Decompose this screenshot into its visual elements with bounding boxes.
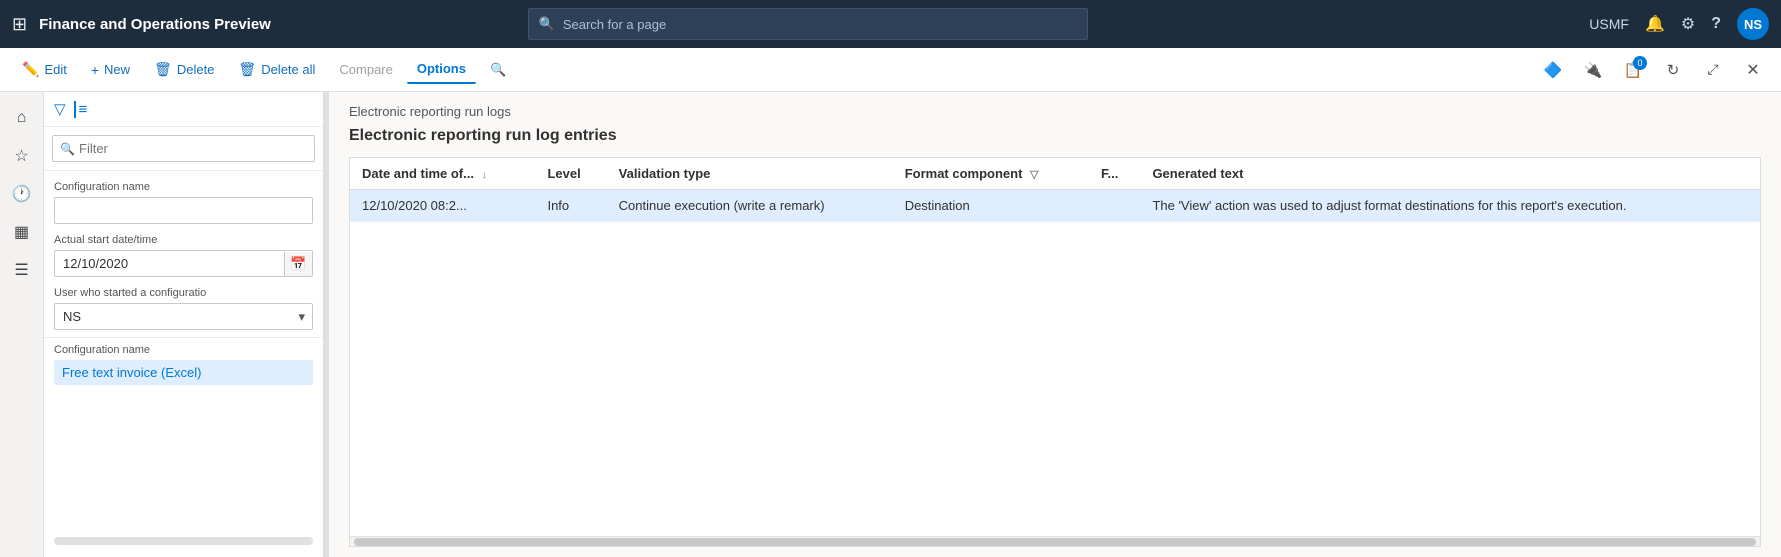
- table-cell-0: 12/10/2020 08:2...: [350, 190, 535, 222]
- col-header-validation-type: Validation type: [607, 158, 893, 190]
- plus-icon: +: [91, 62, 99, 78]
- start-date-input[interactable]: [55, 251, 284, 276]
- list-lines-icon: ≡: [74, 101, 88, 118]
- delete-icon: 🗑: [154, 61, 172, 78]
- toolbar-right-icons: 🔷 🔌 📋 0 ↻ ⤢ ✕: [1537, 54, 1769, 86]
- search-icon: 🔍: [539, 16, 555, 32]
- filter-search-icon: 🔍: [60, 142, 75, 156]
- grid-view-icon: ▦: [14, 222, 29, 242]
- user-label: User who started a configuratio: [54, 287, 313, 299]
- close-icon-btn[interactable]: ✕: [1737, 54, 1769, 86]
- user-select[interactable]: NS: [54, 303, 313, 330]
- grid-view-icon-btn[interactable]: ▦: [4, 214, 40, 250]
- search-placeholder: Search for a page: [563, 17, 666, 32]
- col-header-generated-text: Generated text: [1140, 158, 1760, 190]
- content-area: Electronic reporting run logs Electronic…: [329, 92, 1781, 557]
- user-field: User who started a configuratio NS ▾: [54, 287, 313, 330]
- star-icon: ☆: [14, 146, 28, 166]
- filter-input[interactable]: [52, 135, 315, 162]
- options-button[interactable]: Options: [407, 55, 476, 84]
- top-right-icons: USMF 🔔 ⚙ ? NS: [1589, 8, 1769, 40]
- col-header-f: F...: [1089, 158, 1140, 190]
- calendar-icon[interactable]: 📅: [284, 252, 312, 276]
- close-icon: ✕: [1746, 60, 1759, 80]
- clock-icon: 🕐: [12, 184, 32, 204]
- filter-panel: ▽ ≡ 🔍 Configuration name Actual start da…: [44, 92, 324, 557]
- delete-all-button[interactable]: 🗑 Delete all: [228, 55, 325, 84]
- config-name-label: Configuration name: [54, 181, 313, 193]
- filter-fields: Configuration name Actual start date/tim…: [44, 171, 323, 337]
- col-header-date-time: Date and time of... ↓: [350, 158, 535, 190]
- config-list-section: Configuration name Free text invoice (Ex…: [44, 337, 323, 391]
- config-list-header: Configuration name: [54, 344, 313, 356]
- sort-icon[interactable]: ↓: [482, 169, 488, 181]
- filter-panel-scrollbar[interactable]: [54, 537, 313, 545]
- compare-button[interactable]: Compare: [329, 56, 402, 83]
- clock-icon-btn[interactable]: 🕐: [4, 176, 40, 212]
- edit-button[interactable]: ✏️ Edit: [12, 55, 77, 84]
- top-navigation: ⊞ Finance and Operations Preview 🔍 Searc…: [0, 0, 1781, 48]
- user-avatar[interactable]: NS: [1737, 8, 1769, 40]
- table-cell-5: The 'View' action was used to adjust for…: [1140, 190, 1760, 222]
- search-bar[interactable]: 🔍 Search for a page: [528, 8, 1088, 40]
- refresh-icon-btn[interactable]: ↻: [1657, 54, 1689, 86]
- plugin-icon-btn[interactable]: 🔌: [1577, 54, 1609, 86]
- app-title: Finance and Operations Preview: [39, 16, 271, 33]
- breadcrumb: Electronic reporting run logs: [329, 92, 1781, 127]
- expand-icon-btn[interactable]: ⤢: [1697, 54, 1729, 86]
- filter-funnel-icon: ▽: [54, 100, 66, 118]
- help-icon[interactable]: ?: [1711, 15, 1721, 33]
- settings-icon[interactable]: ⚙: [1681, 14, 1695, 34]
- table-header-row: Date and time of... ↓ Level Validation t…: [350, 158, 1760, 190]
- notification-badge: 0: [1633, 56, 1647, 70]
- table-cell-3: Destination: [893, 190, 1089, 222]
- table-scrollbar[interactable]: [350, 536, 1760, 546]
- filter-icon[interactable]: ▽: [1030, 169, 1038, 181]
- refresh-icon: ↻: [1667, 61, 1680, 79]
- start-date-label: Actual start date/time: [54, 234, 313, 246]
- list-icon-btn[interactable]: ☰: [4, 252, 40, 288]
- filter-search-section: 🔍: [44, 127, 323, 171]
- start-date-field: Actual start date/time 📅: [54, 234, 313, 277]
- config-name-input[interactable]: [54, 197, 313, 224]
- data-table: Date and time of... ↓ Level Validation t…: [350, 158, 1760, 222]
- notification-icon-btn[interactable]: 📋 0: [1617, 54, 1649, 86]
- config-list-item-excel[interactable]: Free text invoice (Excel): [54, 360, 313, 385]
- table-cell-4: [1089, 190, 1140, 222]
- table-cell-2: Continue execution (write a remark): [607, 190, 893, 222]
- delete-all-icon: 🗑: [238, 61, 256, 78]
- expand-icon: ⤢: [1707, 61, 1718, 78]
- config-name-field: Configuration name: [54, 181, 313, 224]
- list-icon: ☰: [14, 260, 28, 280]
- user-env-label: USMF: [1589, 16, 1629, 32]
- scroll-thumb: [354, 538, 1756, 546]
- data-table-wrap: Date and time of... ↓ Level Validation t…: [349, 157, 1761, 547]
- edit-icon: ✏️: [22, 61, 39, 78]
- table-row[interactable]: 12/10/2020 08:2...InfoContinue execution…: [350, 190, 1760, 222]
- action-toolbar: ✏️ Edit + New 🗑 Delete 🗑 Delete all Comp…: [0, 48, 1781, 92]
- config-item-label: Free text invoice (Excel): [62, 365, 201, 380]
- magnify-icon: 🔍: [490, 62, 506, 78]
- main-layout: ⌂ ☆ 🕐 ▦ ☰ ▽ ≡ 🔍 Configuration: [0, 92, 1781, 557]
- plugin-icon: 🔌: [1584, 61, 1603, 79]
- filter-search-button[interactable]: 🔍: [480, 56, 516, 84]
- new-button[interactable]: + New: [81, 56, 140, 84]
- home-icon: ⌂: [17, 109, 27, 127]
- section-title: Electronic reporting run log entries: [349, 127, 1761, 145]
- sidebar-icons: ⌂ ☆ 🕐 ▦ ☰: [0, 92, 44, 557]
- bell-icon[interactable]: 🔔: [1645, 14, 1665, 34]
- content-main: Electronic reporting run log entries Dat…: [329, 127, 1781, 557]
- star-icon-btn[interactable]: ☆: [4, 138, 40, 174]
- col-header-format-component: Format component ▽: [893, 158, 1089, 190]
- panel-divider[interactable]: [324, 92, 329, 557]
- bookmark-icon: 🔷: [1544, 61, 1563, 79]
- home-icon-btn[interactable]: ⌂: [4, 100, 40, 136]
- col-header-level: Level: [535, 158, 606, 190]
- grid-menu-icon[interactable]: ⊞: [12, 14, 27, 35]
- bookmark-icon-btn[interactable]: 🔷: [1537, 54, 1569, 86]
- delete-button[interactable]: 🗑 Delete: [144, 55, 224, 84]
- table-cell-1: Info: [535, 190, 606, 222]
